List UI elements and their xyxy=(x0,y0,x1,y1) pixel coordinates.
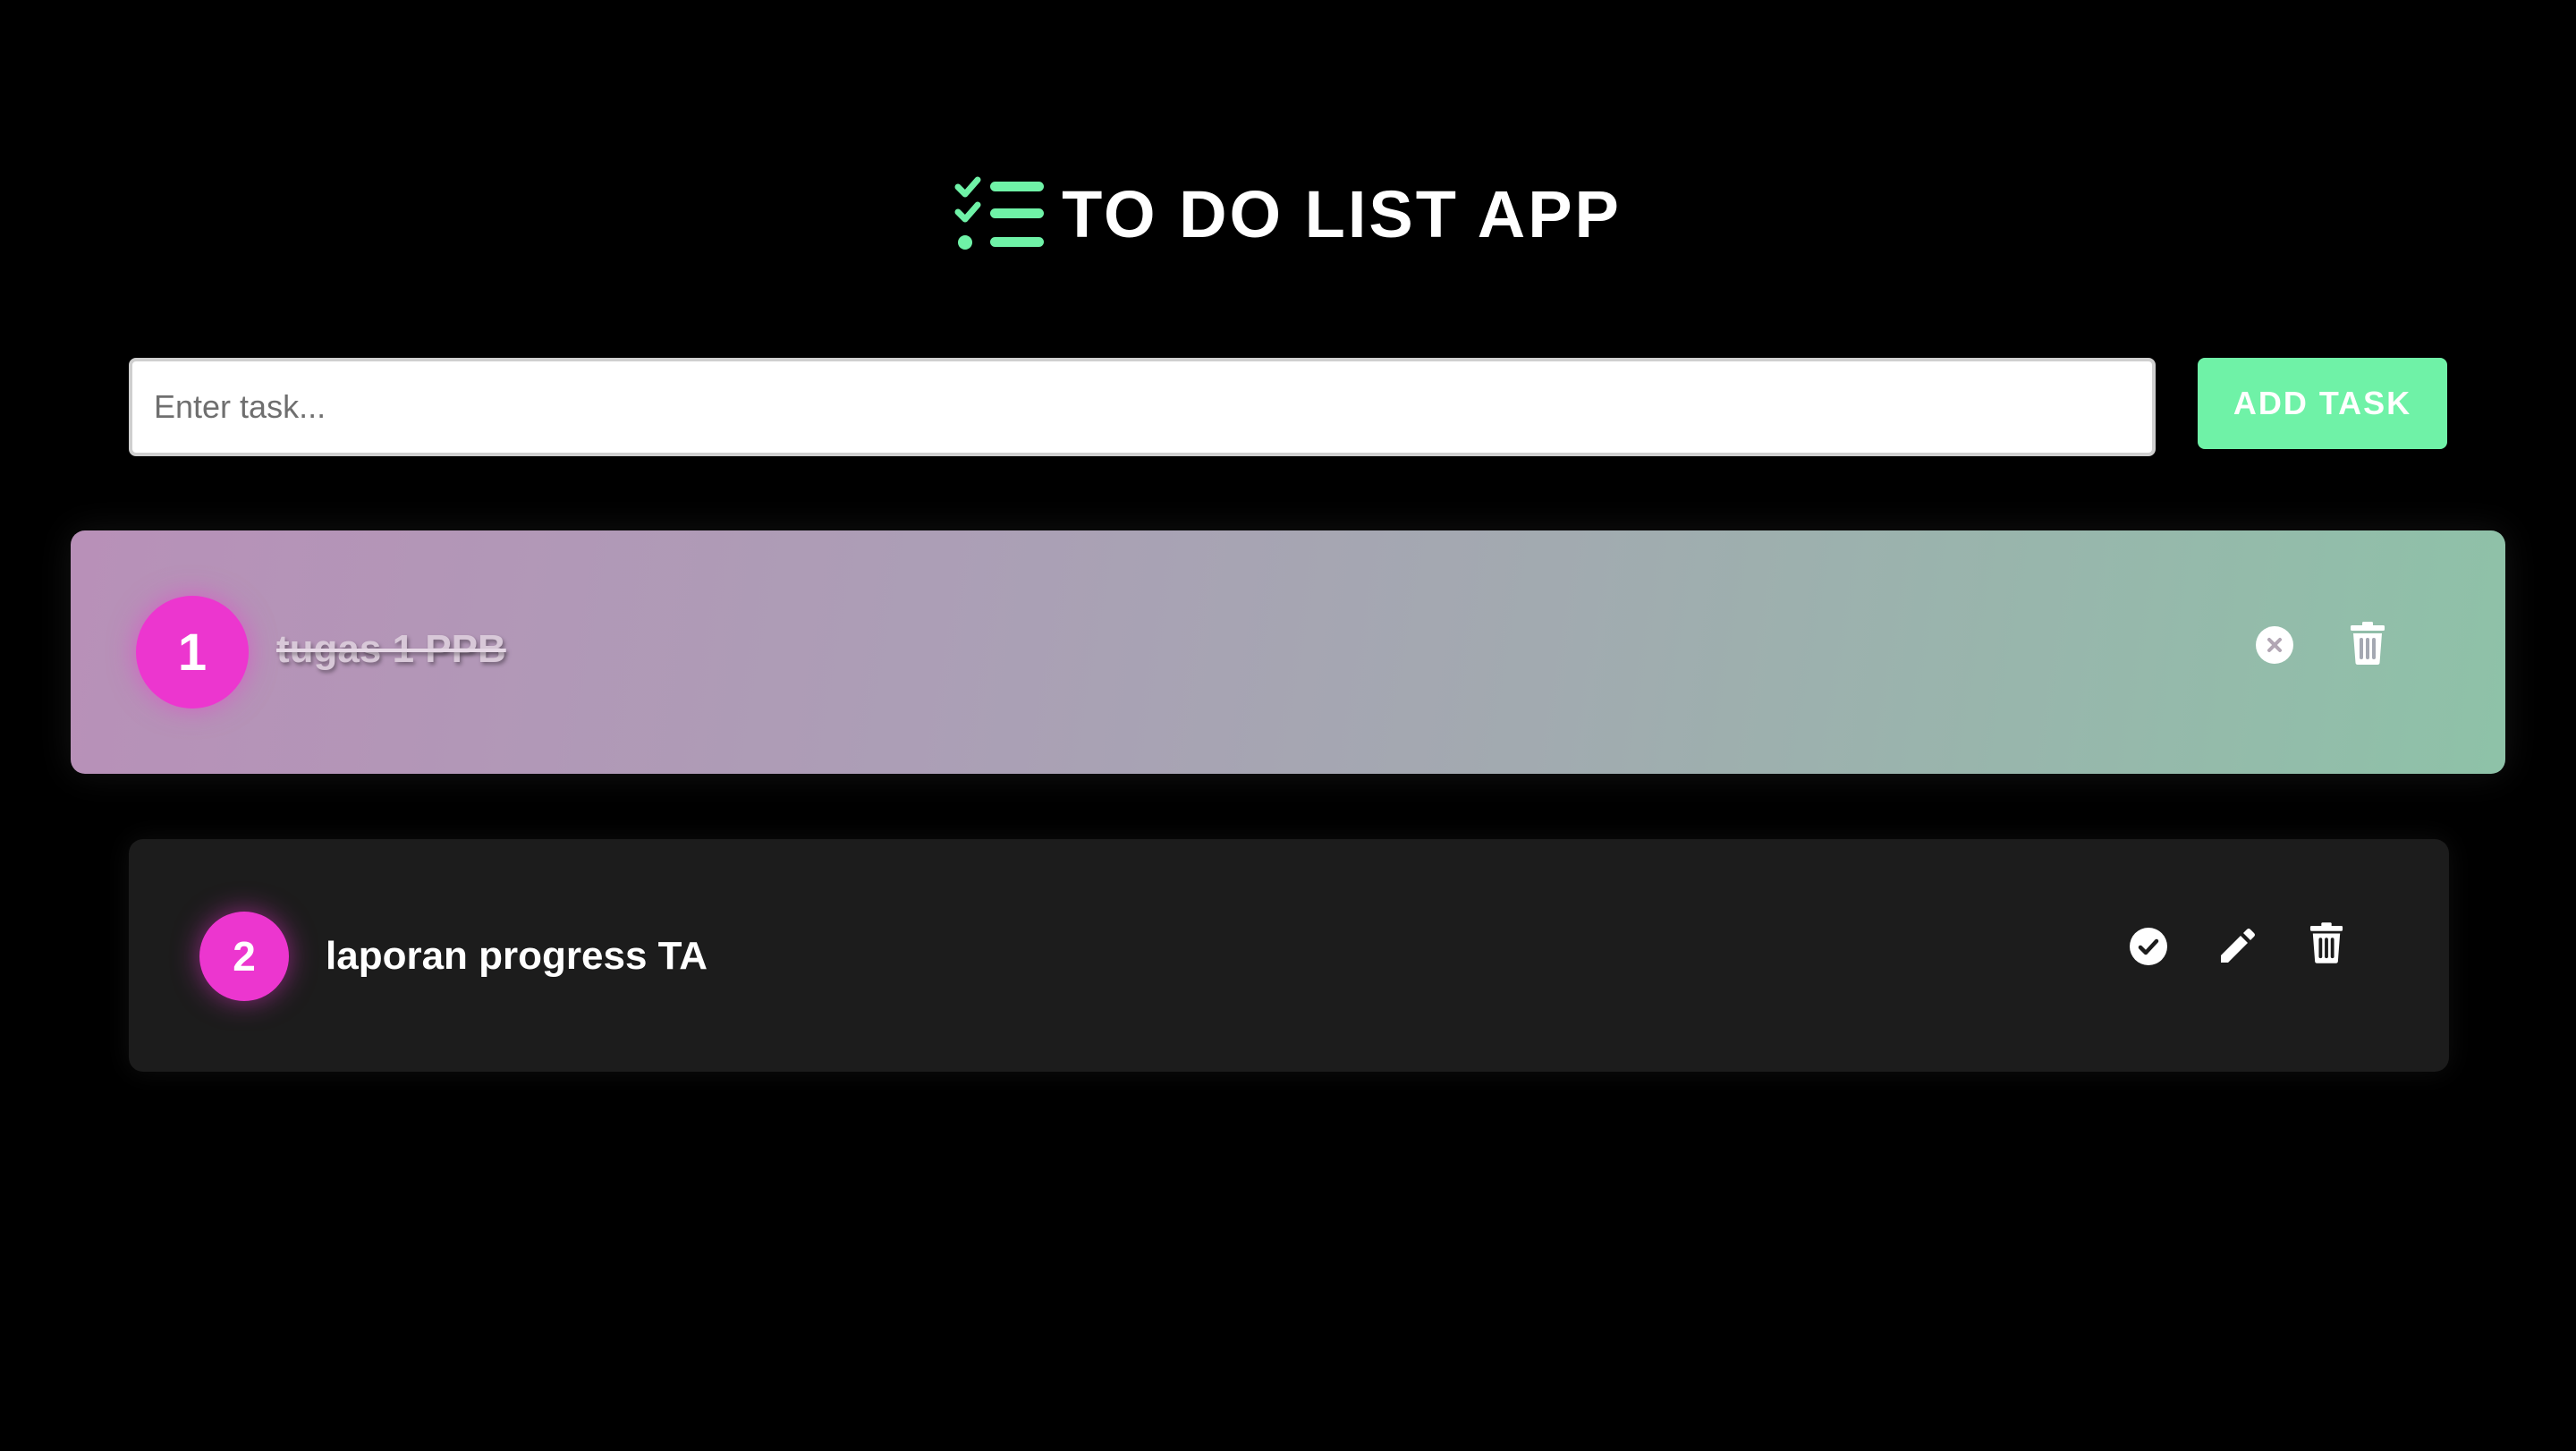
uncheck-button[interactable] xyxy=(2250,620,2300,670)
uncheck-icon xyxy=(2256,626,2293,664)
task-number-badge: 1 xyxy=(136,596,249,709)
todo-app: TO DO LIST APP ADD TASK 1 tugas 1 PPB xyxy=(0,0,2576,1451)
task-input[interactable] xyxy=(129,358,2156,456)
task-item-completed: 1 tugas 1 PPB xyxy=(71,530,2505,774)
trash-icon xyxy=(2309,922,2343,963)
complete-button[interactable] xyxy=(2123,921,2174,972)
app-header: TO DO LIST APP xyxy=(0,170,2576,259)
task-number-badge: 2 xyxy=(199,912,289,1001)
add-task-button[interactable]: ADD TASK xyxy=(2198,358,2447,449)
task-item: 2 laporan progress TA xyxy=(129,839,2449,1072)
page-title: TO DO LIST APP xyxy=(1062,177,1622,251)
delete-button[interactable] xyxy=(2343,618,2393,668)
delete-button[interactable] xyxy=(2301,918,2351,968)
edit-button[interactable] xyxy=(2212,920,2262,970)
add-task-form: ADD TASK xyxy=(129,358,2447,458)
pencil-icon xyxy=(2221,929,2255,963)
check-circle-icon xyxy=(2130,928,2167,965)
checklist-icon xyxy=(954,176,1045,250)
task-text: laporan progress TA xyxy=(326,934,708,978)
trash-icon xyxy=(2351,622,2385,665)
task-text: tugas 1 PPB xyxy=(276,627,506,671)
